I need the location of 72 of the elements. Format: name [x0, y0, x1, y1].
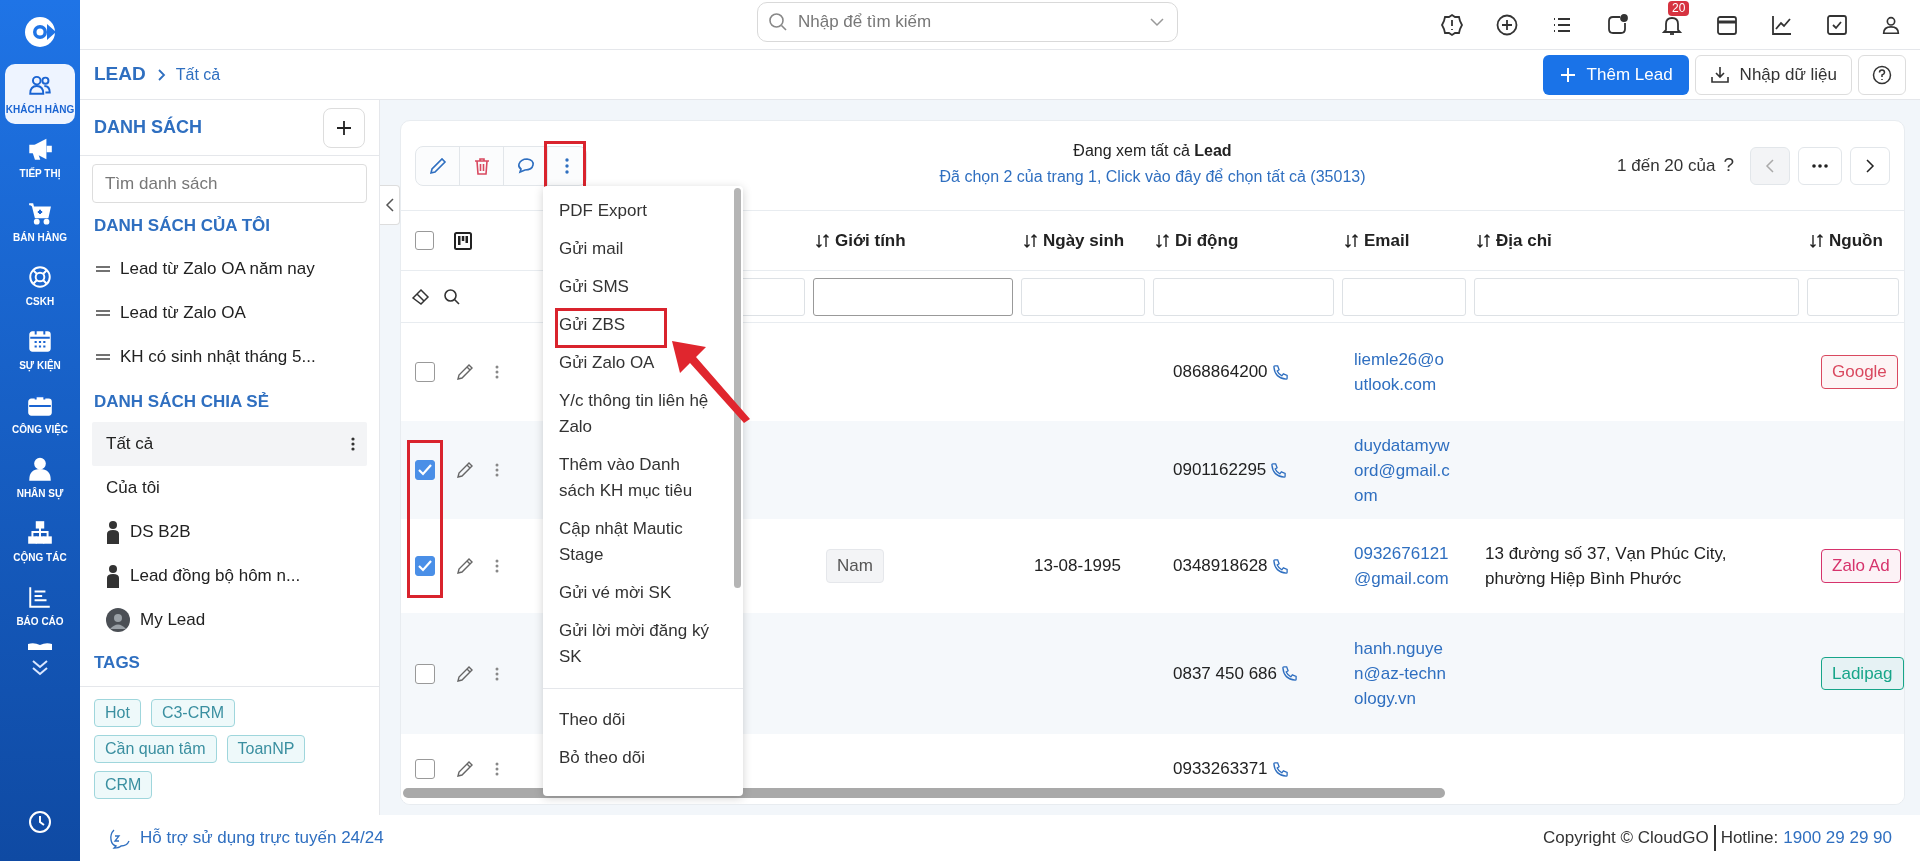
menu-item[interactable]: Gửi lời mời đăng ký SK	[543, 612, 733, 676]
column-header[interactable]: Di động	[1175, 227, 1239, 254]
nav-item[interactable]: TIẾP THỊ	[5, 128, 75, 188]
list-item[interactable]: KH có sinh nhật tháng 5...	[92, 334, 367, 379]
menu-item[interactable]: Gửi SMS	[543, 268, 733, 306]
tag[interactable]: ToanNP	[226, 734, 306, 763]
nav-item[interactable]: CSKH	[5, 256, 75, 316]
panel-title: DANH SÁCH	[94, 115, 202, 139]
hotline-label: Hotline:	[1719, 827, 1780, 850]
list-item[interactable]: My Lead	[92, 598, 367, 642]
hotline-link[interactable]: 1900 29 29 90	[1783, 825, 1892, 851]
email-link[interactable]: liemle26@outlook.com	[1354, 347, 1452, 397]
table-cell-text: 0348918628	[1173, 555, 1268, 578]
email-link[interactable]: 0932676121@gmail.com	[1354, 541, 1452, 591]
view-title: Đang xem tất cả Lead	[1073, 141, 1232, 161]
menu-item[interactable]: Bỏ theo dõi	[543, 739, 733, 777]
total-count: ?	[1723, 153, 1734, 178]
breadcrumb-root[interactable]: LEAD	[94, 60, 146, 89]
email-link[interactable]: duydatamyword@gmail.com	[1354, 432, 1452, 508]
section-title: DANH SÁCH CHIA SẺ	[93, 390, 271, 413]
list-item[interactable]: DS B2B	[92, 510, 367, 554]
tag[interactable]: C3-CRM	[150, 698, 236, 727]
source-tag: Zalo Ad	[1821, 549, 1901, 583]
menu-item[interactable]: Thêm vào Danh sách KH mục tiêu	[543, 446, 733, 510]
menu-item[interactable]: PDF Export	[543, 192, 733, 230]
table-cell: 13 đường số 37, Vạn Phúc City, phường Hiệp Bình Phước	[1485, 544, 1727, 588]
list-item[interactable]: Của tôi	[92, 466, 367, 510]
menu-item[interactable]: Gửi ZBS	[543, 306, 733, 344]
add-lead-button[interactable]: Thêm Lead	[1542, 54, 1689, 95]
tag[interactable]: Cần quan tâm	[94, 734, 217, 763]
nav-item[interactable]: CỘNG TÁC	[5, 512, 75, 572]
table-cell-text: 0933263371	[1173, 758, 1268, 781]
menu-item[interactable]: Y/c thông tin liên hệ Zalo	[543, 382, 733, 446]
list-item[interactable]: Lead từ Zalo OA	[92, 290, 367, 335]
nav-item[interactable]: NHÂN SỰ	[5, 448, 75, 508]
table-cell-text: 0837 450 686	[1173, 662, 1277, 685]
list-item[interactable]: Tất cả	[92, 422, 367, 466]
section-title: DANH SÁCH CỦA TÔI	[93, 215, 271, 237]
menu-item[interactable]: Gửi Zalo OA	[543, 344, 733, 382]
import-data-button[interactable]: Nhập dữ liệu	[1694, 54, 1852, 95]
column-header[interactable]: Nguồn	[1829, 227, 1883, 254]
nav-item[interactable]: KHÁCH HÀNG	[5, 64, 75, 124]
nav-item[interactable]: SỰ KIỆN	[5, 320, 75, 380]
column-header[interactable]: Địa chỉ	[1496, 227, 1552, 254]
support-link[interactable]: Hỗ trợ sử dụng trực tuyến 24/24	[140, 825, 384, 851]
column-header[interactable]: Giới tính	[835, 227, 906, 254]
copyright-text: Copyright © CloudGO	[1543, 825, 1716, 851]
list-item[interactable]: Lead đồng bộ hôm n...	[92, 554, 367, 598]
source-tag: Google	[1821, 355, 1898, 389]
list-search-field[interactable]: Tìm danh sách	[92, 164, 367, 203]
gender-tag: Nam	[826, 549, 884, 583]
menu-item[interactable]: Gửi vé mời SK	[543, 574, 733, 612]
nav-item[interactable]: BÁN HÀNG	[5, 192, 75, 252]
section-title: TAGS	[94, 653, 140, 672]
table-cell-text: 0901162295	[1173, 459, 1267, 482]
select-all-link[interactable]: Đã chọn 2 của trang 1, Click vào đây để chọn tất cả (35013)	[939, 165, 1366, 189]
nav-item[interactable]: BÁO CÁO	[5, 576, 75, 636]
menu-item[interactable]: Cập nhật Mautic Stage	[543, 510, 733, 574]
notification-count: 20	[1668, 0, 1690, 16]
email-link[interactable]: hanh.nguyen@az-technology.vn	[1354, 636, 1452, 711]
table-cell: 13-08-1995	[1034, 556, 1121, 576]
list-item[interactable]: Lead từ Zalo OA năm nay	[92, 246, 367, 291]
nav-item[interactable]: CÔNG VIỆC	[5, 384, 75, 444]
breadcrumb-current: Tất cả	[175, 64, 221, 85]
column-header[interactable]: Ngày sinh	[1043, 227, 1125, 254]
table-cell-text: 0868864200	[1173, 361, 1268, 384]
source-tag: Ladipag	[1821, 656, 1904, 691]
menu-item[interactable]: Gửi mail	[543, 230, 733, 268]
column-header[interactable]: Email	[1364, 227, 1410, 254]
search-field[interactable]: Nhập để tìm kiếm	[757, 2, 1178, 42]
menu-item[interactable]: Theo dõi	[543, 701, 733, 739]
page-range: 1 đến 20 của	[1617, 154, 1716, 177]
